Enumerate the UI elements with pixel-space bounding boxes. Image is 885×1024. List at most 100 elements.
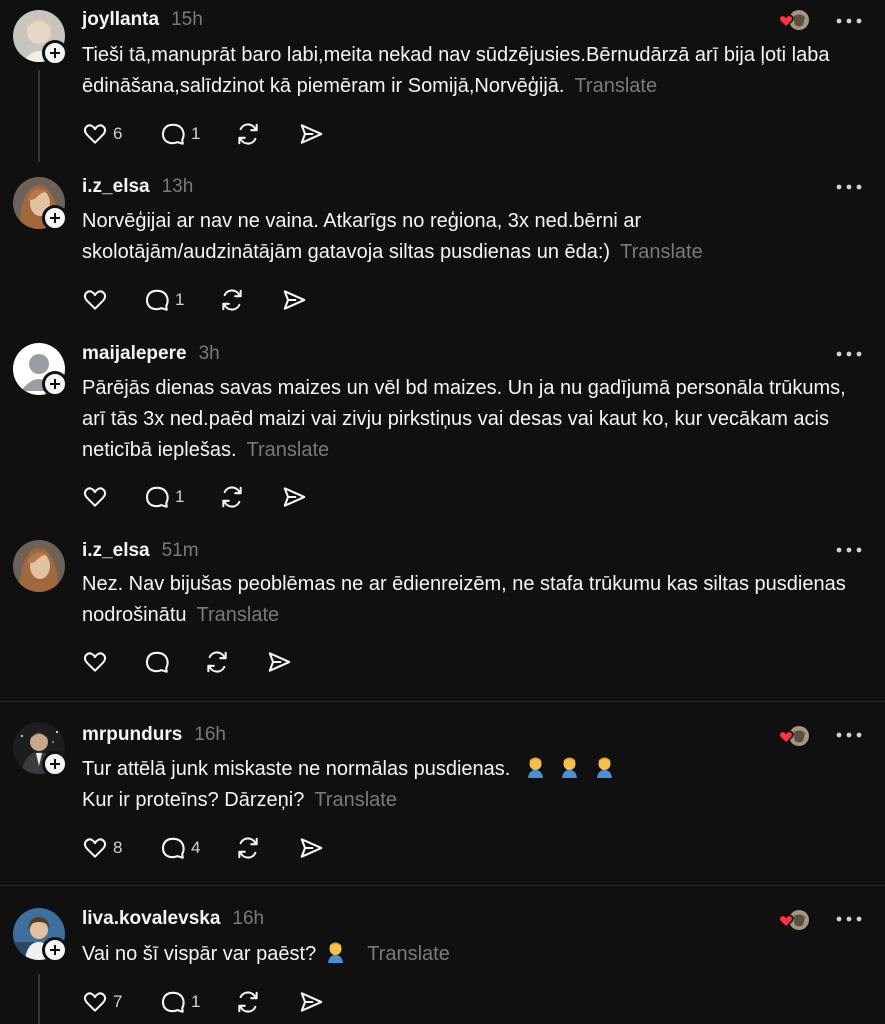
post-text: Vai no šī vispār var paēst? Translate — [82, 942, 450, 965]
reply-button[interactable]: 1 — [144, 484, 184, 510]
thread-line — [38, 70, 40, 162]
repost-icon — [207, 651, 227, 673]
timestamp[interactable]: 16h — [232, 908, 264, 930]
share-button[interactable] — [281, 287, 307, 313]
reply-count: 1 — [175, 290, 185, 309]
heart-icon — [83, 487, 107, 507]
heart-icon — [83, 290, 107, 310]
plus-icon — [50, 945, 60, 955]
share-button[interactable] — [266, 649, 292, 675]
thread-line — [38, 974, 40, 1024]
post-mrpundurs: mrpundurs 16h Tur attēlā junk miskaste n… — [0, 702, 885, 885]
like-count: 8 — [113, 838, 123, 857]
post-joyllanta: joyllanta 15h Tieši tā,manuprāt baro lab… — [0, 0, 885, 170]
like-button[interactable]: 6 — [82, 121, 122, 147]
like-button[interactable]: 8 — [82, 835, 122, 861]
reply-button[interactable]: 1 — [160, 121, 200, 147]
reply-button[interactable]: 1 — [144, 287, 184, 313]
liked-by-reaction-icon[interactable] — [777, 725, 811, 747]
translate-link[interactable]: Translate — [620, 241, 703, 263]
share-icon — [283, 290, 306, 310]
username[interactable]: joyllanta — [82, 9, 159, 31]
reply-button[interactable]: 4 — [160, 835, 200, 861]
timestamp[interactable]: 3h — [199, 343, 220, 365]
username[interactable]: mrpundurs — [82, 724, 182, 746]
plus-icon — [50, 759, 60, 769]
post-text: Nez. Nav bijušas peoblēmas ne ar ēdienre… — [82, 573, 846, 626]
plus-icon — [50, 379, 60, 389]
repost-button[interactable] — [218, 484, 246, 510]
post-i-z-elsa: i.z_elsa 13h Norvēģijai ar nav ne vaina.… — [0, 170, 885, 340]
follow-plus-button[interactable] — [42, 937, 68, 963]
repost-icon — [222, 486, 242, 508]
avatar[interactable] — [13, 540, 65, 592]
repost-button[interactable] — [234, 121, 262, 147]
post-i-z-elsa-2: i.z_elsa 51m Nez. Nav bijušas peoblēmas … — [0, 536, 885, 701]
more-icon[interactable] — [835, 731, 863, 739]
translate-link[interactable]: Translate — [197, 604, 280, 626]
repost-button[interactable] — [218, 287, 246, 313]
comment-icon — [161, 123, 185, 145]
liked-by-reaction-icon[interactable] — [777, 9, 811, 31]
share-icon — [283, 487, 306, 507]
like-button[interactable] — [82, 649, 108, 675]
timestamp[interactable]: 15h — [171, 9, 203, 31]
post-text: Tieši tā,manuprāt baro labi,meita nekad … — [82, 44, 830, 97]
post-text: Norvēģijai ar nav ne vaina. Atkarīgs no … — [82, 210, 703, 263]
username[interactable]: maijalepere — [82, 343, 187, 365]
share-icon — [300, 838, 323, 858]
more-icon[interactable] — [835, 915, 863, 923]
translate-link[interactable]: Translate — [574, 75, 657, 97]
timestamp[interactable]: 13h — [162, 176, 194, 198]
facepalm-emoji — [562, 757, 578, 778]
reply-button[interactable] — [144, 649, 170, 675]
repost-button[interactable] — [234, 835, 262, 861]
timestamp[interactable]: 51m — [162, 540, 199, 562]
facepalm-emoji — [328, 942, 344, 963]
reply-button[interactable]: 1 — [160, 989, 200, 1015]
share-button[interactable] — [298, 989, 324, 1015]
translate-link[interactable]: Translate — [367, 943, 450, 965]
share-button[interactable] — [298, 835, 324, 861]
share-icon — [300, 992, 323, 1012]
reply-count: 4 — [191, 838, 201, 857]
plus-icon — [50, 48, 60, 58]
more-icon[interactable] — [835, 183, 863, 191]
username[interactable]: i.z_elsa — [82, 176, 150, 198]
share-button[interactable] — [281, 484, 307, 510]
username[interactable]: liva.kovalevska — [82, 908, 220, 930]
post-text: Pārējās dienas savas maizes un vēl bd ma… — [82, 377, 846, 461]
translate-link[interactable]: Translate — [247, 439, 330, 461]
repost-icon — [238, 837, 258, 859]
translate-link[interactable]: Translate — [314, 789, 397, 811]
username[interactable]: i.z_elsa — [82, 540, 150, 562]
more-icon[interactable] — [835, 546, 863, 554]
timestamp[interactable]: 16h — [194, 724, 226, 746]
like-button[interactable]: 7 — [82, 989, 122, 1015]
share-button[interactable] — [298, 121, 324, 147]
comment-icon — [161, 837, 185, 859]
follow-plus-button[interactable] — [42, 751, 68, 777]
heart-icon — [83, 992, 107, 1012]
more-icon[interactable] — [835, 17, 863, 25]
heart-icon — [83, 124, 107, 144]
follow-plus-button[interactable] — [42, 40, 68, 66]
comment-icon — [161, 991, 185, 1013]
repost-button[interactable] — [203, 649, 231, 675]
repost-button[interactable] — [234, 989, 262, 1015]
facepalm-emoji — [597, 757, 613, 778]
comment-icon — [145, 651, 169, 673]
heart-icon — [83, 838, 107, 858]
follow-plus-button[interactable] — [42, 371, 68, 397]
share-icon — [268, 652, 291, 672]
like-button[interactable] — [82, 287, 108, 313]
more-icon[interactable] — [835, 350, 863, 358]
post-liva-kovalevska: liva.kovalevska 16h Vai no šī vispār var… — [0, 886, 885, 1024]
repost-icon — [238, 123, 258, 145]
like-count: 6 — [113, 124, 123, 143]
follow-plus-button[interactable] — [42, 205, 68, 231]
post-text-line-2: Kur ir proteīns? Dārzeņi? Translate — [82, 789, 397, 811]
plus-icon — [50, 213, 60, 223]
liked-by-reaction-icon[interactable] — [777, 909, 811, 931]
like-button[interactable] — [82, 484, 108, 510]
